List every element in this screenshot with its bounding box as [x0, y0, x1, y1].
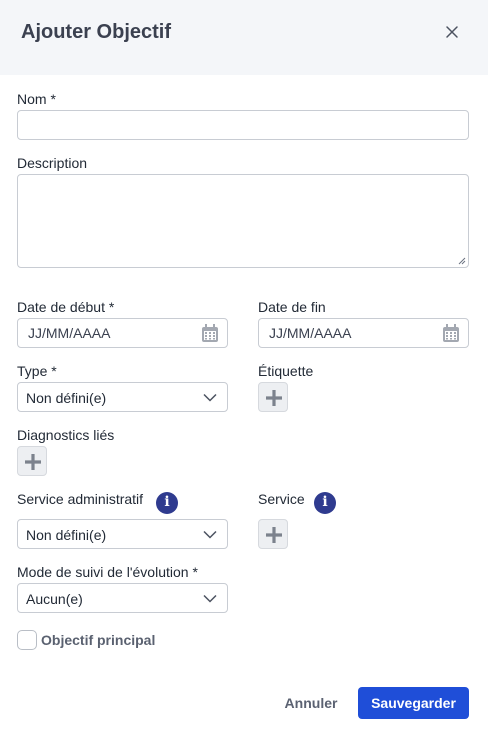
service-label: Service [258, 491, 305, 507]
admin-service-label: Service administratif [17, 491, 144, 507]
close-button[interactable] [440, 20, 464, 44]
plus-icon [266, 390, 282, 406]
plus-icon [266, 527, 282, 543]
name-label: Nom * [17, 91, 56, 107]
tracking-mode-label: Mode de suivi de l'évolution * [17, 564, 198, 580]
chevron-down-icon [203, 594, 217, 603]
calendar-icon[interactable] [201, 324, 219, 343]
type-label: Type * [17, 363, 57, 379]
add-service-button[interactable] [258, 519, 288, 549]
start-date-input[interactable] [18, 319, 227, 347]
close-icon [446, 26, 458, 38]
tag-label: Étiquette [258, 363, 314, 379]
type-selected-value: Non défini(e) [26, 390, 107, 406]
chevron-down-icon [203, 393, 217, 402]
name-field-wrapper [17, 110, 469, 140]
end-date-label: Date de fin [258, 299, 326, 315]
type-select[interactable]: Non défini(e) [17, 382, 228, 412]
resize-grip-icon[interactable] [458, 257, 466, 265]
info-icon[interactable]: i [156, 492, 178, 514]
cancel-button[interactable]: Annuler [276, 688, 346, 718]
tracking-mode-select[interactable]: Aucun(e) [17, 583, 228, 613]
admin-service-select[interactable]: Non défini(e) [17, 519, 228, 549]
add-tag-button[interactable] [258, 382, 288, 412]
description-label: Description [17, 155, 88, 171]
plus-icon [25, 454, 41, 470]
info-icon[interactable]: i [314, 492, 336, 514]
description-textarea[interactable] [17, 174, 469, 268]
calendar-icon[interactable] [442, 324, 460, 343]
save-button[interactable]: Sauvegarder [358, 687, 469, 719]
dialog-header: Ajouter Objectif [0, 0, 488, 75]
chevron-down-icon [203, 530, 217, 539]
main-objective-checkbox[interactable] [17, 630, 37, 650]
start-date-field [17, 318, 228, 348]
add-diagnostic-button[interactable] [17, 446, 47, 476]
tracking-mode-selected-value: Aucun(e) [26, 591, 83, 607]
end-date-input[interactable] [259, 319, 468, 347]
end-date-field [258, 318, 469, 348]
start-date-label: Date de début * [17, 299, 115, 315]
name-input[interactable] [18, 111, 468, 139]
dialog-title: Ajouter Objectif [21, 21, 172, 43]
main-objective-label[interactable]: Objectif principal [41, 632, 155, 648]
admin-service-selected-value: Non défini(e) [26, 527, 107, 543]
linked-diagnostics-label: Diagnostics liés [17, 427, 115, 443]
